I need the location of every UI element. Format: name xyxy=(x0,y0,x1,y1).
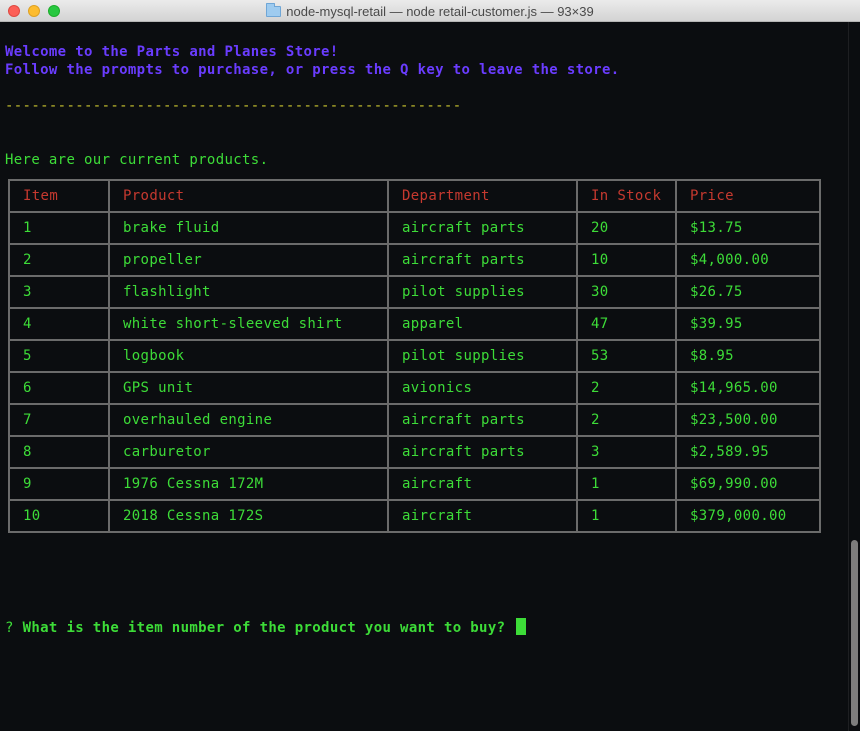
cell-price: $379,000.00 xyxy=(675,499,821,533)
window-title-container: node-mysql-retail — node retail-customer… xyxy=(0,0,860,22)
table-header-row: Item Product Department In Stock Price xyxy=(8,179,821,213)
prompt-question-mark: ? xyxy=(5,620,14,636)
text-cursor[interactable] xyxy=(516,618,527,635)
cell-department: aircraft xyxy=(387,499,578,533)
welcome-line: Welcome to the Parts and Planes Store! xyxy=(5,44,339,60)
cell-in-stock: 1 xyxy=(576,499,677,533)
table-row: 3 flashlight pilot supplies 30 $26.75 xyxy=(8,275,821,309)
terminal-window: node-mysql-retail — node retail-customer… xyxy=(0,0,860,731)
cell-product: 2018 Cessna 172S xyxy=(108,499,389,533)
cell-department: aircraft parts xyxy=(387,243,578,277)
cell-price: $2,589.95 xyxy=(675,435,821,469)
cell-item: 5 xyxy=(8,339,110,373)
cell-department: avionics xyxy=(387,371,578,405)
cell-item: 9 xyxy=(8,467,110,501)
cell-price: $4,000.00 xyxy=(675,243,821,277)
cell-price: $69,990.00 xyxy=(675,467,821,501)
instructions-line: Follow the prompts to purchase, or press… xyxy=(5,62,620,78)
cell-department: aircraft parts xyxy=(387,211,578,245)
cell-in-stock: 2 xyxy=(576,371,677,405)
cell-product: GPS unit xyxy=(108,371,389,405)
cell-department: aircraft xyxy=(387,467,578,501)
window-title: node-mysql-retail — node retail-customer… xyxy=(286,3,594,19)
table-row: 7 overhauled engine aircraft parts 2 $23… xyxy=(8,403,821,437)
cell-in-stock: 20 xyxy=(576,211,677,245)
cell-item: 2 xyxy=(8,243,110,277)
cell-product: overhauled engine xyxy=(108,403,389,437)
purchase-prompt[interactable]: ? What is the item number of the product… xyxy=(5,618,527,637)
cell-in-stock: 53 xyxy=(576,339,677,373)
title-bar[interactable]: node-mysql-retail — node retail-customer… xyxy=(0,0,860,22)
divider-line: ----------------------------------------… xyxy=(5,98,462,114)
cell-department: aircraft parts xyxy=(387,435,578,469)
cell-product: logbook xyxy=(108,339,389,373)
cell-item: 1 xyxy=(8,211,110,245)
cell-department: apparel xyxy=(387,307,578,341)
folder-icon xyxy=(266,2,282,17)
table-row: 6 GPS unit avionics 2 $14,965.00 xyxy=(8,371,821,405)
cell-price: $23,500.00 xyxy=(675,403,821,437)
cell-item: 4 xyxy=(8,307,110,341)
table-row: 4 white short-sleeved shirt apparel 47 $… xyxy=(8,307,821,341)
terminal-output[interactable]: Welcome to the Parts and Planes Store! F… xyxy=(0,22,848,731)
scrollbar-thumb[interactable] xyxy=(851,540,858,726)
cell-product: propeller xyxy=(108,243,389,277)
cell-in-stock: 1 xyxy=(576,467,677,501)
cell-product: brake fluid xyxy=(108,211,389,245)
table-row: 9 1976 Cessna 172M aircraft 1 $69,990.00 xyxy=(8,467,821,501)
cell-in-stock: 3 xyxy=(576,435,677,469)
table-row: 2 propeller aircraft parts 10 $4,000.00 xyxy=(8,243,821,277)
header-item: Item xyxy=(8,179,110,213)
cell-in-stock: 47 xyxy=(576,307,677,341)
table-row: 1 brake fluid aircraft parts 20 $13.75 xyxy=(8,211,821,245)
cell-price: $13.75 xyxy=(675,211,821,245)
cell-department: aircraft parts xyxy=(387,403,578,437)
cell-product: flashlight xyxy=(108,275,389,309)
products-intro-line: Here are our current products. xyxy=(5,152,269,168)
cell-in-stock: 10 xyxy=(576,243,677,277)
table-row: 10 2018 Cessna 172S aircraft 1 $379,000.… xyxy=(8,499,821,533)
cell-in-stock: 2 xyxy=(576,403,677,437)
cell-item: 7 xyxy=(8,403,110,437)
cell-item: 6 xyxy=(8,371,110,405)
prompt-question: What is the item number of the product y… xyxy=(22,620,506,636)
header-department: Department xyxy=(387,179,578,213)
table-row: 5 logbook pilot supplies 53 $8.95 xyxy=(8,339,821,373)
header-in-stock: In Stock xyxy=(576,179,677,213)
cell-item: 10 xyxy=(8,499,110,533)
cell-item: 3 xyxy=(8,275,110,309)
header-product: Product xyxy=(108,179,389,213)
cell-price: $8.95 xyxy=(675,339,821,373)
vertical-scrollbar[interactable] xyxy=(848,22,860,731)
cell-product: white short-sleeved shirt xyxy=(108,307,389,341)
header-price: Price xyxy=(675,179,821,213)
cell-product: carburetor xyxy=(108,435,389,469)
cell-product: 1976 Cessna 172M xyxy=(108,467,389,501)
cell-price: $26.75 xyxy=(675,275,821,309)
products-table: Item Product Department In Stock Price 1… xyxy=(8,179,821,533)
cell-price: $14,965.00 xyxy=(675,371,821,405)
cell-item: 8 xyxy=(8,435,110,469)
table-row: 8 carburetor aircraft parts 3 $2,589.95 xyxy=(8,435,821,469)
cell-price: $39.95 xyxy=(675,307,821,341)
cell-department: pilot supplies xyxy=(387,275,578,309)
cell-in-stock: 30 xyxy=(576,275,677,309)
cell-department: pilot supplies xyxy=(387,339,578,373)
